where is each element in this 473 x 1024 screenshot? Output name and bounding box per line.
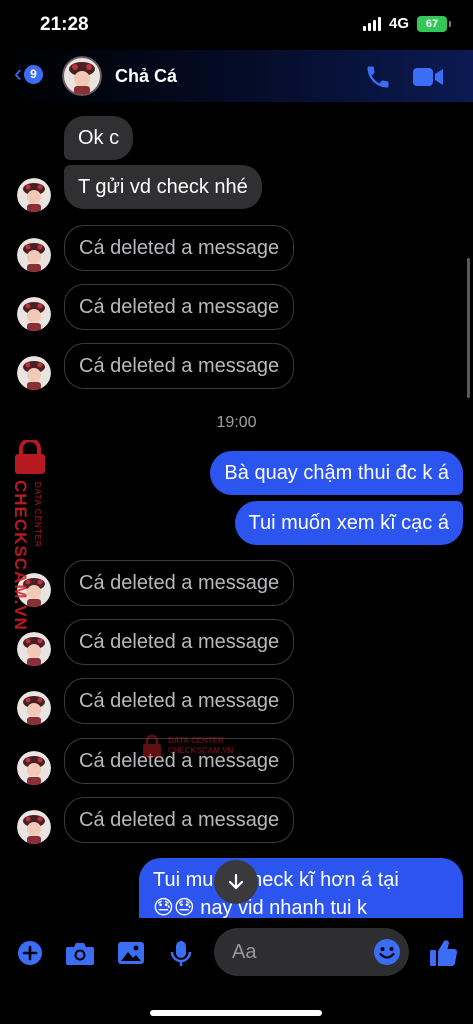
- chevron-left-icon: ‹: [14, 60, 22, 87]
- status-time: 21:28: [40, 14, 89, 35]
- battery-level: 67: [425, 17, 439, 30]
- scroll-down-arrow-icon: [228, 873, 244, 890]
- avatar: [17, 238, 51, 272]
- avatar: [17, 356, 51, 390]
- status-indicators: 4G 67: [362, 15, 451, 32]
- home-indicator[interactable]: [150, 1010, 322, 1016]
- deleted-message: Cá deleted a message: [64, 797, 295, 843]
- contact-name[interactable]: Chả Cá: [115, 66, 177, 87]
- composer-bar: Aa: [0, 918, 473, 1024]
- back-button[interactable]: ‹ 9: [14, 62, 43, 86]
- image-icon[interactable]: [117, 940, 145, 966]
- scroll-down-button[interactable]: [214, 860, 258, 904]
- mic-icon[interactable]: [170, 940, 192, 968]
- deleted-message: Cá deleted a message: [64, 560, 295, 606]
- message-bubble-outgoing[interactable]: Bà quay chậm thui đc k á: [210, 451, 463, 495]
- avatar: [17, 691, 51, 725]
- plus-icon[interactable]: [17, 940, 43, 966]
- message-line: Tui muốn check kĩ hơn á tại: [153, 869, 399, 891]
- watermark-brand: CHECKSCAM.VN: [11, 480, 30, 631]
- video-icon[interactable]: [412, 64, 444, 90]
- deleted-message: Cá deleted a message: [64, 619, 295, 665]
- deleted-message: Cá deleted a message: [64, 678, 295, 724]
- scrollbar[interactable]: [467, 258, 470, 398]
- unread-badge: 9: [24, 64, 43, 84]
- message-bubble-outgoing[interactable]: Tui muốn check kĩ hơn á tại 😓😓 nay vid n…: [139, 858, 463, 918]
- watermark-tag: DATA CENTER: [33, 482, 42, 548]
- avatar: [17, 178, 51, 212]
- camera-icon[interactable]: [65, 940, 95, 966]
- time-divider: 19:00: [216, 414, 257, 431]
- avatar[interactable]: [62, 56, 102, 96]
- like-icon[interactable]: [428, 938, 458, 968]
- deleted-message: Cá deleted a message: [64, 225, 295, 271]
- message-bubble-outgoing[interactable]: Tui muốn xem kĩ cạc á: [234, 501, 463, 545]
- watermark: CHECKSCAM.VN DATA CENTER: [4, 440, 54, 670]
- battery-icon: 67: [417, 15, 451, 32]
- message-bubble[interactable]: Ok c: [64, 116, 134, 160]
- message-line: 😓😓 nay vid nhanh tui k: [153, 897, 368, 918]
- chat-header: ‹ 9 Chả Cá: [0, 50, 473, 102]
- message-bubble[interactable]: T gửi vd check nhé: [64, 165, 262, 209]
- signal-icon: [362, 16, 381, 31]
- phone-icon[interactable]: [364, 63, 392, 91]
- avatar: [17, 751, 51, 785]
- watermark-center: DATA CENTER CHECKSCAM.VN: [140, 735, 233, 757]
- input-placeholder: Aa: [232, 941, 257, 963]
- deleted-message: Cá deleted a message: [64, 343, 295, 389]
- lock-icon: [15, 440, 45, 474]
- deleted-message: Cá deleted a message: [64, 284, 295, 330]
- emoji-icon[interactable]: [373, 938, 401, 966]
- lock-icon: [143, 735, 161, 757]
- watermark-center-text: DATA CENTER CHECKSCAM.VN: [168, 736, 234, 755]
- avatar: [17, 297, 51, 331]
- network-type: 4G: [388, 15, 409, 32]
- avatar: [17, 810, 51, 844]
- message-input[interactable]: Aa: [214, 928, 409, 976]
- status-bar: 21:28 4G 67: [0, 0, 473, 50]
